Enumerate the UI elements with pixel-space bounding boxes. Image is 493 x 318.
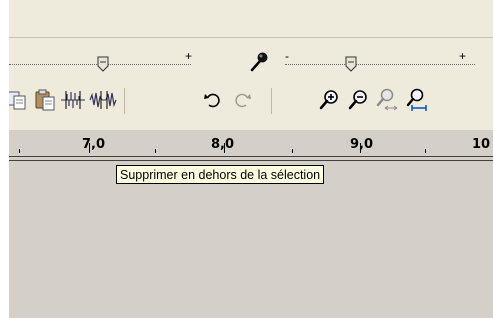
ruler-tick: [19, 149, 20, 153]
paste-button[interactable]: [31, 86, 59, 114]
redo-icon: [235, 93, 251, 108]
tooltip: Supprimer en dehors de la sélection: [116, 165, 325, 184]
playback-volume-slider[interactable]: +: [9, 49, 193, 76]
ruler-label: 9,0: [350, 137, 374, 152]
fit-project-icon: [406, 88, 427, 111]
ruler-tick: [360, 143, 361, 153]
track-area-border: [9, 156, 493, 161]
slider-plus-sign: +: [459, 49, 467, 63]
ruler-tick: [155, 149, 156, 153]
toolbar-area: + - +: [9, 0, 493, 142]
ruler-label: 8,0: [211, 137, 235, 152]
fit-selection-button[interactable]: [373, 86, 401, 114]
silence-selection-button[interactable]: [89, 86, 117, 114]
zoom-out-icon: [348, 90, 367, 110]
timeline-ruler[interactable]: 7,0 8,0 9,0 10: [9, 130, 493, 154]
fit-selection-icon: [376, 88, 398, 111]
trim-outside-button[interactable]: [59, 86, 87, 114]
audacity-window: + - + 7,0 8,0 9,0 10 Supprimer en dehors…: [9, 0, 493, 318]
toolbar-separator: [124, 88, 125, 114]
edit-toolbar: [9, 84, 493, 116]
ruler-tick: [89, 143, 90, 153]
zoom-in-button[interactable]: [315, 86, 343, 114]
toolbar-separator: [271, 88, 272, 114]
copy-icon: [9, 91, 26, 110]
recording-volume-slider[interactable]: - +: [285, 49, 475, 76]
slider-thumb[interactable]: [344, 56, 358, 72]
ruler-tick: [425, 149, 426, 153]
ruler-tick: [292, 149, 293, 153]
silence-selection-icon: [89, 91, 117, 109]
undo-icon: [204, 93, 220, 108]
ruler-tick: [224, 143, 225, 153]
undo-button[interactable]: [199, 86, 227, 114]
ruler-label: 7,0: [82, 137, 106, 152]
zoom-out-button[interactable]: [344, 86, 372, 114]
paste-icon: [35, 89, 55, 111]
ruler-label: 10: [472, 137, 491, 152]
microphone-icon: [250, 52, 268, 72]
trim-outside-selection-icon: [61, 91, 85, 109]
slider-thumb[interactable]: [96, 56, 110, 72]
zoom-in-icon: [319, 90, 338, 110]
fit-project-button[interactable]: [403, 86, 431, 114]
slider-minus-sign: -: [285, 49, 289, 63]
redo-button[interactable]: [228, 86, 256, 114]
copy-button[interactable]: [9, 86, 31, 114]
slider-track: [285, 64, 475, 65]
toolbar-divider: [9, 37, 493, 38]
slider-plus-sign: +: [185, 49, 193, 63]
